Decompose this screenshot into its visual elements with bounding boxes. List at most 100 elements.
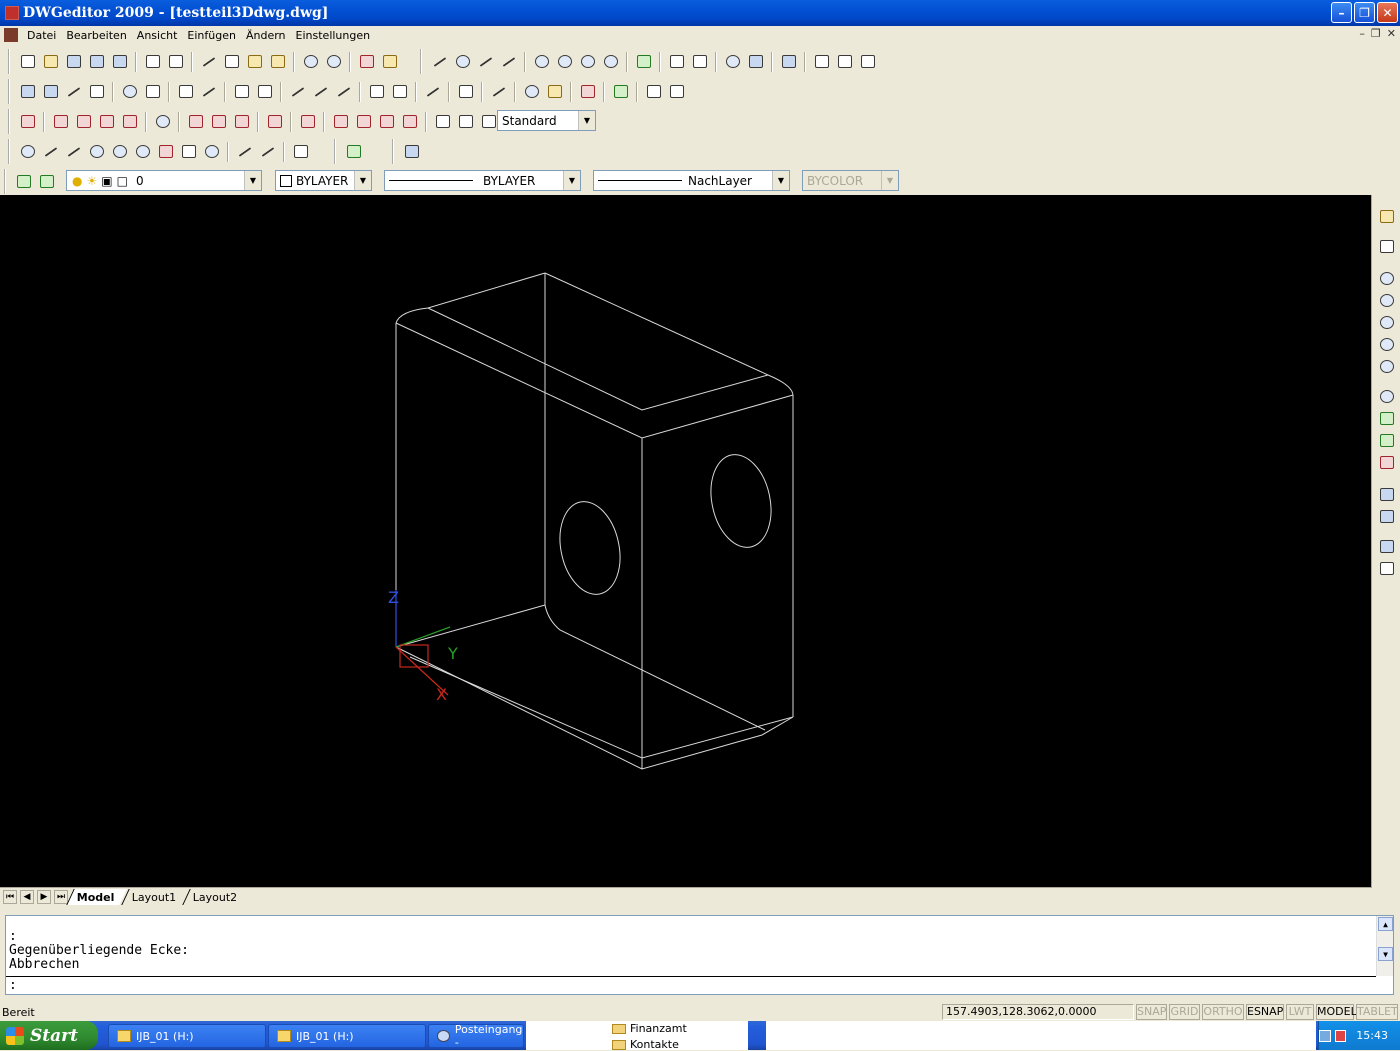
arc-icon[interactable] <box>131 141 154 163</box>
start-button[interactable]: Start <box>0 1021 98 1050</box>
print-icon[interactable] <box>141 51 164 73</box>
scroll-up-icon[interactable]: ▲ <box>1378 917 1393 931</box>
chevron-down-icon[interactable]: ▼ <box>354 171 371 190</box>
command-window[interactable]: : Gegenüberliegende Ecke: Abbrechen : ▲ ▼ <box>5 915 1394 995</box>
zoom-window-icon[interactable] <box>1378 315 1395 330</box>
frame-icon[interactable] <box>642 81 665 103</box>
dimension-icon[interactable] <box>454 81 477 103</box>
save-as-icon[interactable] <box>85 51 108 73</box>
orbit-icon[interactable] <box>1378 389 1395 404</box>
snap-settings-icon[interactable] <box>744 51 767 73</box>
view-top-icon[interactable] <box>1378 411 1395 426</box>
tray-app-icon[interactable] <box>1334 1029 1347 1042</box>
intersection-icon[interactable] <box>233 141 256 163</box>
align-icon[interactable] <box>16 81 39 103</box>
view-front-icon[interactable] <box>1378 455 1395 470</box>
lwt-toggle[interactable]: LWT <box>1286 1004 1314 1020</box>
menu-einstellungen[interactable]: Einstellungen <box>291 29 376 42</box>
color-dropdown[interactable]: BYLAYER ▼ <box>275 170 372 191</box>
multiline-text-icon[interactable] <box>856 51 879 73</box>
dimension-style-icon[interactable] <box>431 111 454 133</box>
offset-icon[interactable] <box>62 81 85 103</box>
paste-icon[interactable] <box>243 51 266 73</box>
folder-item-kontakte[interactable]: Kontakte <box>612 1038 679 1051</box>
esnap-toggle[interactable]: ESNAP <box>1246 1004 1284 1020</box>
trim-icon[interactable] <box>332 81 355 103</box>
scale-icon[interactable] <box>141 81 164 103</box>
taskbar-item-explorer-1[interactable]: IJB_01 (H:) <box>108 1024 266 1048</box>
close-button[interactable]: ✕ <box>1377 2 1398 23</box>
snap-extension-icon[interactable] <box>497 51 520 73</box>
mirror-icon[interactable] <box>174 81 197 103</box>
text-icon[interactable] <box>833 51 856 73</box>
doc-close-icon[interactable]: ✕ <box>1387 27 1396 40</box>
layer-previous-icon[interactable] <box>35 171 58 193</box>
tab-model[interactable]: Model <box>66 888 127 905</box>
linetype-dropdown[interactable]: BYLAYER ▼ <box>384 170 581 191</box>
tab-layout2[interactable]: Layout2 <box>182 888 250 905</box>
snap-none-icon[interactable] <box>721 51 744 73</box>
center-mark-icon[interactable] <box>151 111 174 133</box>
clock[interactable]: 15:43 <box>1356 1029 1388 1042</box>
command-scrollbar[interactable]: ▲ ▼ <box>1376 916 1393 976</box>
model-toggle[interactable]: MODEL <box>1316 1004 1357 1020</box>
document-properties-icon[interactable] <box>1378 561 1395 576</box>
grid-array-icon[interactable] <box>230 81 253 103</box>
ortho-toggle[interactable]: ORTHO <box>1202 1004 1244 1020</box>
ordinate-dimension-icon[interactable] <box>230 111 253 133</box>
snap-center-icon[interactable] <box>530 51 553 73</box>
circle-center-icon[interactable] <box>85 141 108 163</box>
circle-icon[interactable] <box>16 141 39 163</box>
snap-nearest-icon[interactable] <box>688 51 711 73</box>
text-style-dropdown[interactable]: Standard ▼ <box>497 110 596 131</box>
snap-intersection-icon[interactable] <box>474 51 497 73</box>
chamfer-icon[interactable] <box>388 81 411 103</box>
help-icon[interactable] <box>378 51 401 73</box>
dimension-override-icon[interactable] <box>398 111 421 133</box>
snap-quadrant-icon[interactable] <box>553 51 576 73</box>
join-icon[interactable] <box>309 81 332 103</box>
app-icon[interactable] <box>5 6 19 20</box>
cut-icon[interactable] <box>197 51 220 73</box>
snap-node-icon[interactable] <box>632 51 655 73</box>
layer-dropdown[interactable]: ● ☀ ▣ □ 0 ▼ <box>66 170 262 191</box>
snap-midpoint-icon[interactable] <box>451 51 474 73</box>
next-tab-icon[interactable]: ▶ <box>37 889 51 904</box>
zoom-out-icon[interactable] <box>1378 293 1395 308</box>
hand-icon[interactable] <box>1378 239 1395 254</box>
document-icon[interactable] <box>4 28 18 42</box>
break-icon[interactable] <box>286 81 309 103</box>
view-iso-icon[interactable] <box>1378 433 1395 448</box>
xline-icon[interactable] <box>62 141 85 163</box>
lineweight-dropdown[interactable]: NachLayer ▼ <box>593 170 790 191</box>
snap-toggle[interactable]: SNAP <box>1136 1004 1167 1020</box>
first-tab-icon[interactable]: ⏮ <box>3 889 17 904</box>
coordinates-display[interactable]: 157.4903,128.3062,0.0000 <box>942 1004 1134 1020</box>
redo-icon[interactable] <box>322 51 345 73</box>
named-views-icon[interactable] <box>1378 487 1395 502</box>
viewports-icon[interactable] <box>1378 509 1395 524</box>
dimension-copy-icon[interactable] <box>454 111 477 133</box>
menu-aendern[interactable]: Ändern <box>241 29 291 42</box>
doc-restore-icon[interactable]: ❐ <box>1371 27 1381 40</box>
delete-icon[interactable] <box>355 51 378 73</box>
menu-einfuegen[interactable]: Einfügen <box>182 29 241 42</box>
eraser-icon[interactable] <box>576 81 599 103</box>
radius-dimension-icon[interactable] <box>95 111 118 133</box>
refresh-icon[interactable] <box>400 141 423 163</box>
maximize-button[interactable]: ❐ <box>1354 2 1375 23</box>
menu-ansicht[interactable]: Ansicht <box>132 29 183 42</box>
line-icon[interactable] <box>39 141 62 163</box>
tablet-toggle[interactable]: TABLET <box>1356 1004 1398 1020</box>
baseline-dimension-icon[interactable] <box>184 111 207 133</box>
hatch-icon[interactable] <box>810 51 833 73</box>
tab-layout1[interactable]: Layout1 <box>120 888 188 905</box>
chevron-down-icon[interactable]: ▼ <box>772 171 789 190</box>
chevron-down-icon[interactable]: ▼ <box>244 171 261 190</box>
dimension-update-icon[interactable] <box>375 111 398 133</box>
dimension-text-edit-icon[interactable] <box>352 111 375 133</box>
linear-dimension-icon[interactable] <box>16 111 39 133</box>
fillet-icon[interactable] <box>421 81 444 103</box>
explode-icon[interactable] <box>365 81 388 103</box>
leader-icon[interactable] <box>487 81 510 103</box>
